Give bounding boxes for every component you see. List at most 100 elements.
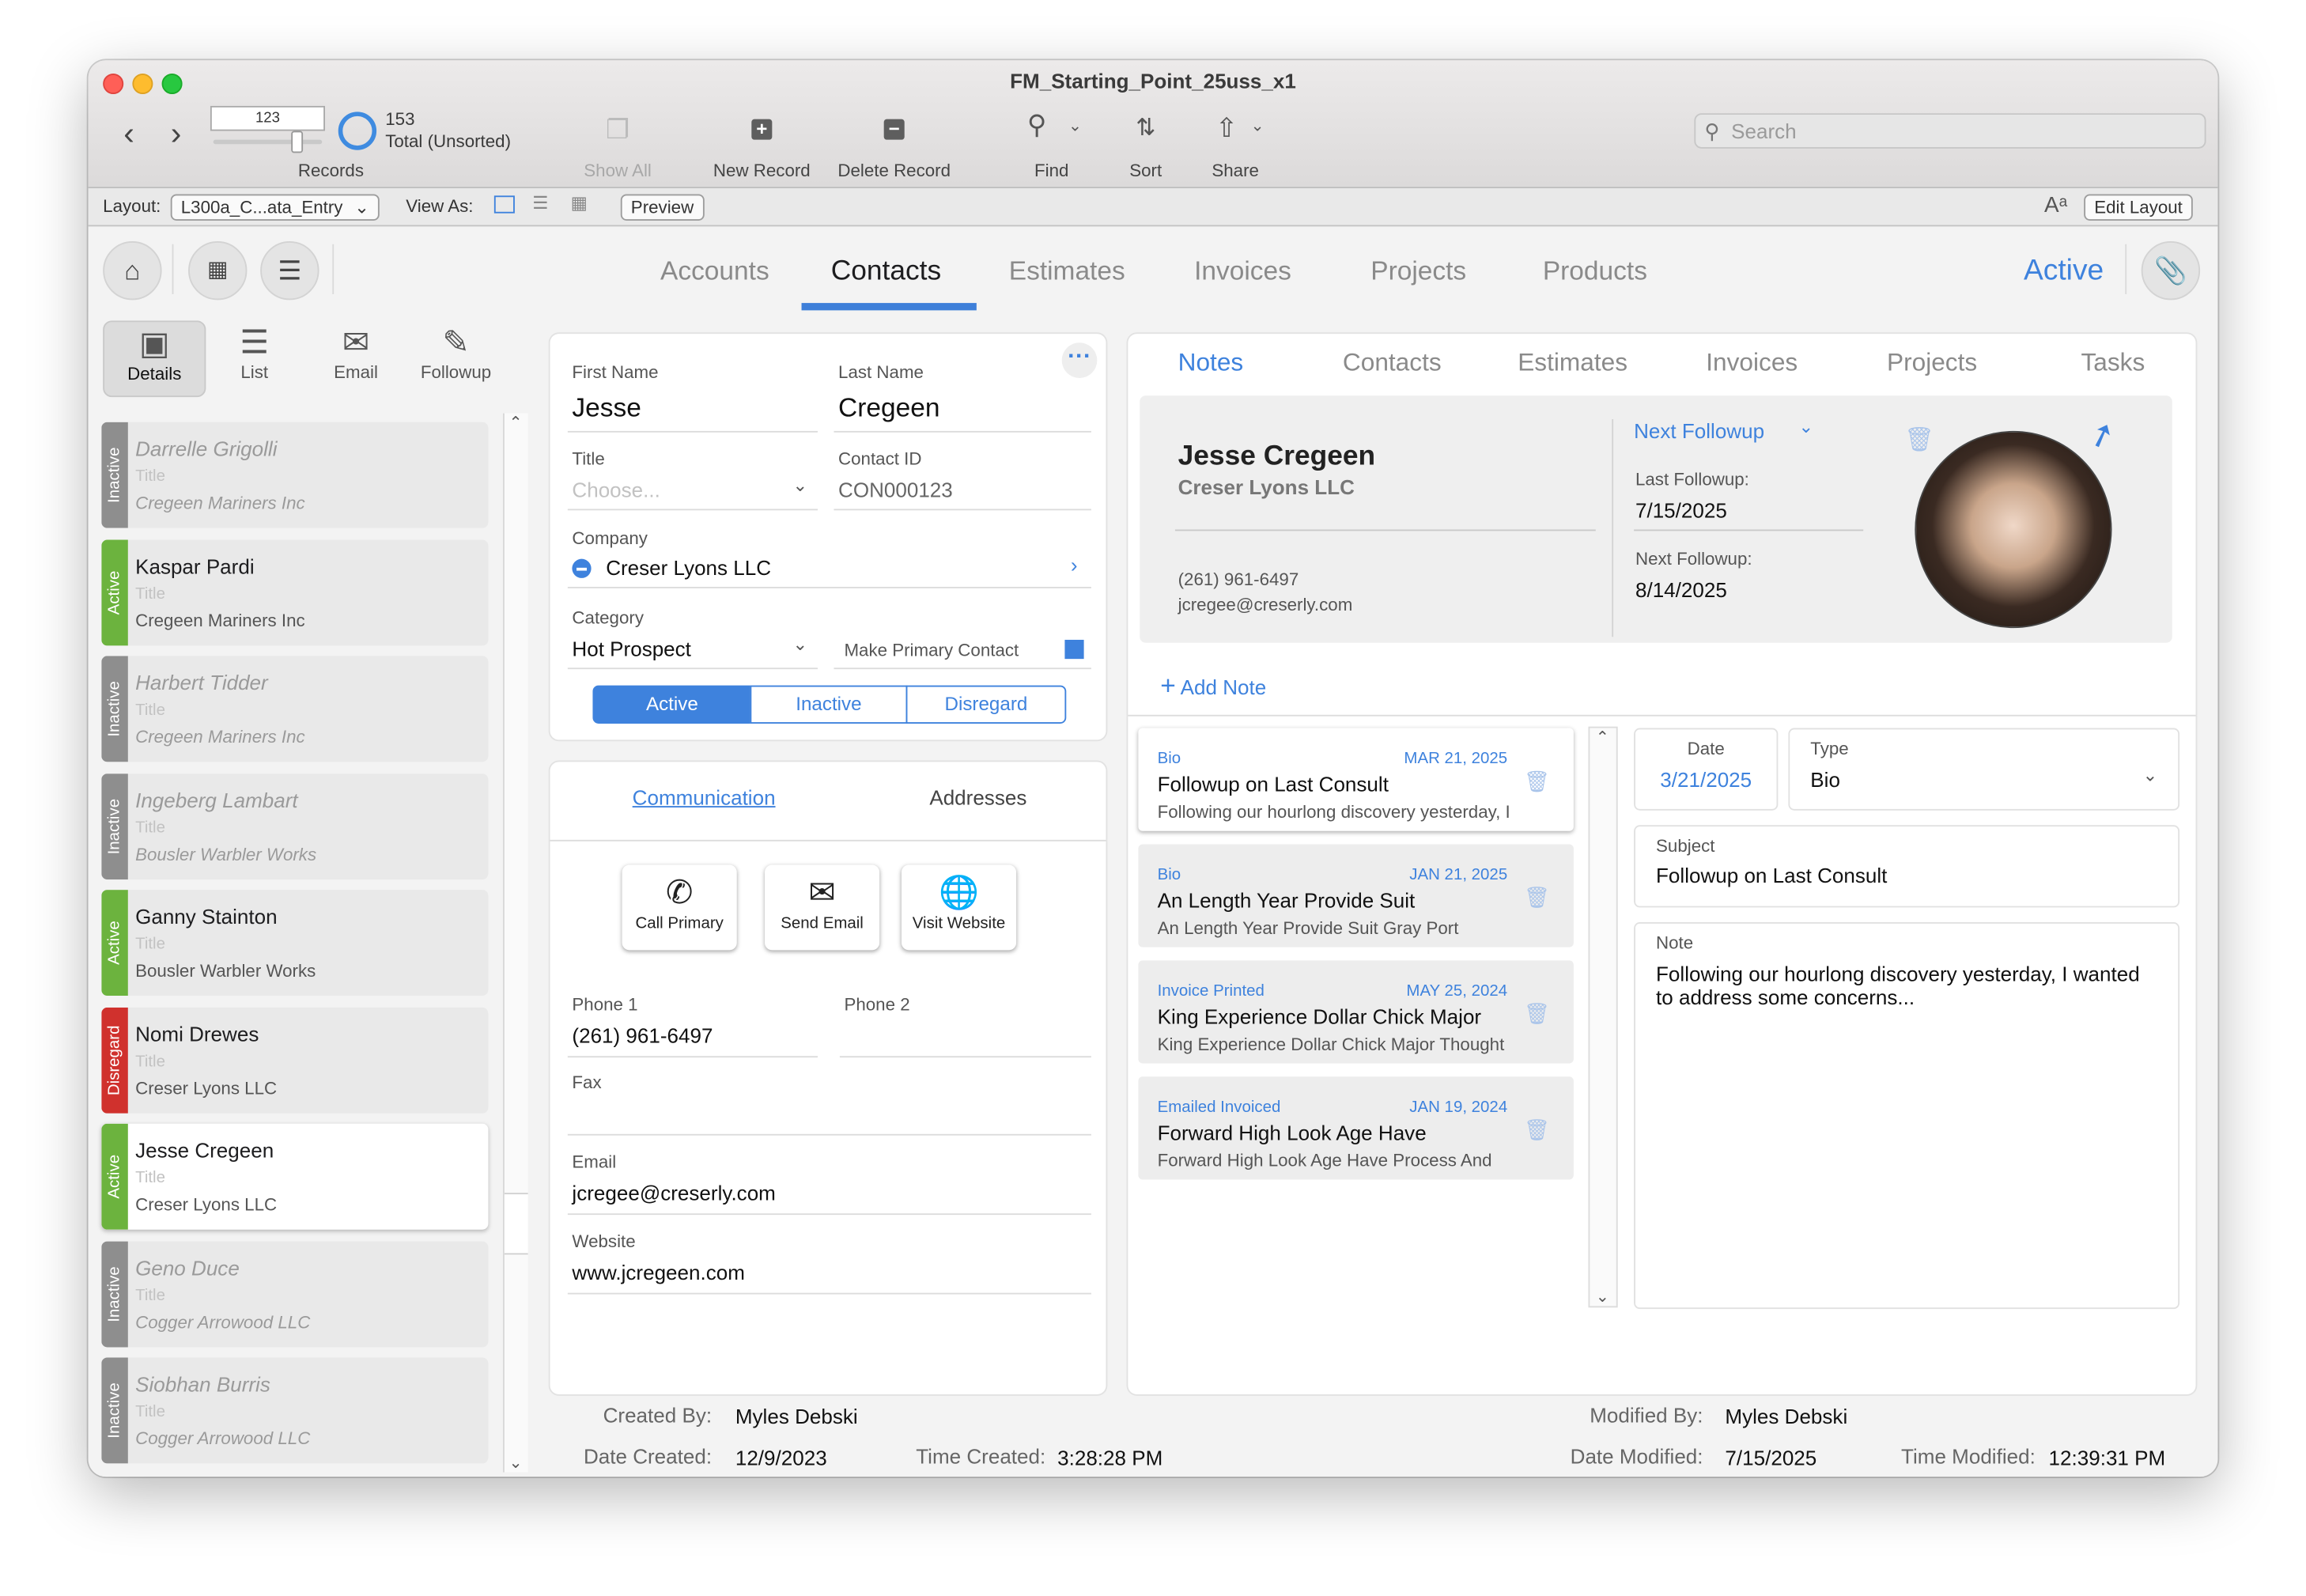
show-all-icon[interactable]: ❐	[600, 115, 636, 146]
tab-accounts[interactable]: Accounts	[660, 256, 769, 287]
new-record-icon[interactable]: +	[751, 119, 773, 140]
status-active-button[interactable]: Active	[592, 685, 752, 724]
first-name-field[interactable]: Jesse	[572, 393, 641, 424]
status-disregard-button[interactable]: Disregard	[905, 685, 1067, 724]
find-button[interactable]: Find	[1007, 161, 1096, 181]
note-list-item[interactable]: Bio MAR 21, 2025 Followup on Last Consul…	[1138, 728, 1574, 831]
find-icon[interactable]: ⚲	[1019, 110, 1055, 141]
status-inactive-button[interactable]: Inactive	[750, 685, 908, 724]
calendar-icon[interactable]: ▦	[188, 240, 248, 301]
note-list-item[interactable]: Emailed Invoiced JAN 19, 2024 Forward Hi…	[1138, 1076, 1574, 1180]
tab-contacts[interactable]: Contacts	[831, 256, 941, 289]
tab-communication[interactable]: Communication	[633, 785, 776, 809]
contact-photo[interactable]	[1915, 430, 2112, 629]
tab-estimates[interactable]: Estimates	[1009, 256, 1125, 287]
trash-icon[interactable]: 🗑	[1524, 886, 1550, 911]
sidebar-tab-details[interactable]: ▣ Details	[103, 320, 206, 398]
sidebar-scrollbar[interactable]: ⌃ ⌄	[503, 413, 528, 1473]
tab-projects[interactable]: Projects	[1370, 256, 1466, 287]
scroll-down-icon[interactable]: ⌄	[508, 1453, 522, 1472]
contact-card[interactable]: Inactive Ingeberg Lambart Title Bousler …	[101, 773, 489, 880]
contact-card[interactable]: Inactive Siobhan Burris Title Cogger Arr…	[101, 1357, 489, 1464]
sort-button[interactable]: Sort	[1117, 161, 1175, 181]
share-button[interactable]: Share	[1199, 161, 1272, 181]
form-view-icon[interactable]	[493, 195, 515, 214]
last-followup-field[interactable]: 7/15/2025	[1635, 498, 1727, 522]
contact-card-selected[interactable]: Active Jesse Cregeen Title Creser Lyons …	[101, 1123, 489, 1230]
visit-website-button[interactable]: 🌐 Visit Website	[901, 864, 1017, 951]
contact-card[interactable]: Inactive Harbert Tidder Title Cregeen Ma…	[101, 656, 489, 762]
delete-record-icon[interactable]: −	[883, 119, 905, 140]
subtab-invoices[interactable]: Invoices	[1706, 349, 1798, 378]
contact-card[interactable]: Active Ganny Stainton Title Bousler Warb…	[101, 890, 489, 997]
preview-button[interactable]: Preview	[620, 194, 705, 221]
share-photo-arrow-icon[interactable]: ➚	[2083, 413, 2122, 458]
contact-card[interactable]: Inactive Geno Duce Title Cogger Arrowood…	[101, 1241, 489, 1348]
website-field[interactable]: www.jcregeen.com	[572, 1261, 745, 1284]
record-number-field[interactable]: 123	[210, 105, 325, 131]
trash-icon[interactable]: 🗑	[1524, 1118, 1550, 1143]
notes-scrollbar[interactable]: ⌃ ⌄	[1588, 726, 1618, 1308]
call-primary-button[interactable]: ✆ Call Primary	[622, 864, 737, 951]
chevron-down-icon[interactable]: ⌄	[2142, 765, 2157, 785]
delete-record-button[interactable]: Delete Record	[828, 161, 960, 181]
subtab-projects[interactable]: Projects	[1887, 349, 1977, 378]
chevron-down-icon[interactable]: ⌄	[792, 634, 807, 655]
sidebar-tab-list[interactable]: ☰ List	[204, 320, 304, 394]
show-all-button[interactable]: Show All	[566, 161, 669, 181]
subtab-notes[interactable]: Notes	[1178, 349, 1244, 378]
note-list-item[interactable]: Invoice Printed MAY 25, 2024 King Experi…	[1138, 960, 1574, 1064]
next-followup-field[interactable]: 8/14/2025	[1635, 578, 1727, 602]
sort-icon[interactable]: ⇅	[1128, 113, 1163, 142]
note-type-select[interactable]: Bio	[1810, 768, 1840, 792]
note-date-field[interactable]: 3/21/2025	[1635, 768, 1777, 792]
contact-card[interactable]: Active Kaspar Pardi Title Cregeen Marine…	[101, 539, 489, 646]
scroll-thumb[interactable]	[504, 1193, 528, 1255]
trash-icon[interactable]: 🗑	[1524, 770, 1550, 795]
layout-select[interactable]: L300a_C...ata_Entry ⌄	[170, 194, 380, 221]
add-note-button[interactable]: + Add Note	[1160, 671, 1266, 702]
search-input[interactable]: ⚲ Search	[1694, 113, 2206, 149]
paperclip-icon[interactable]: 📎	[2141, 240, 2201, 301]
title-select[interactable]: Choose...	[572, 478, 660, 501]
last-name-field[interactable]: Cregeen	[838, 393, 939, 424]
category-select[interactable]: Hot Prospect	[572, 637, 691, 660]
next-followup-select[interactable]: Next Followup	[1634, 419, 1764, 443]
subtab-estimates[interactable]: Estimates	[1518, 349, 1627, 378]
scroll-up-icon[interactable]: ⌃	[508, 414, 522, 432]
record-slider-knob[interactable]	[291, 130, 304, 153]
share-icon[interactable]: ⇧	[1209, 113, 1245, 144]
note-body-field[interactable]: Following our hourlong discovery yesterd…	[1656, 962, 2156, 1009]
make-primary-checkbox[interactable]	[1064, 639, 1084, 660]
list-icon[interactable]: ☰	[260, 240, 319, 301]
list-view-icon[interactable]: ☰	[532, 193, 548, 214]
text-format-icon[interactable]: Aᵃ	[2044, 193, 2067, 218]
table-view-icon[interactable]: ▦	[571, 193, 588, 214]
contact-card[interactable]: Disregard Nomi Drewes Title Creser Lyons…	[101, 1007, 489, 1114]
contact-card[interactable]: Inactive Darrelle Grigolli Title Cregeen…	[101, 422, 489, 528]
scroll-down-icon[interactable]: ⌄	[1596, 1287, 1609, 1306]
note-list-item[interactable]: Bio JAN 21, 2025 An Length Year Provide …	[1138, 844, 1574, 947]
remove-company-icon[interactable]	[572, 558, 592, 578]
record-slider[interactable]	[213, 139, 323, 145]
sidebar-tab-followup[interactable]: ✎ Followup	[406, 320, 505, 394]
chevron-right-icon[interactable]: ›	[1071, 553, 1078, 577]
chevron-down-icon[interactable]: ⌄	[1798, 416, 1813, 437]
trash-icon[interactable]: 🗑	[1524, 1001, 1550, 1027]
home-icon[interactable]: ⌂	[103, 240, 162, 301]
next-record-icon[interactable]: ›	[171, 115, 182, 153]
note-subject-field[interactable]: Followup on Last Consult	[1656, 864, 1887, 887]
share-chevron-down-icon[interactable]: ⌄	[1247, 116, 1268, 135]
email-field[interactable]: jcregee@creserly.com	[572, 1181, 775, 1205]
more-options-icon[interactable]: ···	[1061, 342, 1098, 378]
scroll-up-icon[interactable]: ⌃	[1596, 728, 1609, 747]
subtab-contacts[interactable]: Contacts	[1343, 349, 1442, 378]
tab-products[interactable]: Products	[1543, 256, 1647, 287]
previous-record-icon[interactable]: ‹	[123, 115, 134, 153]
phone1-field[interactable]: (261) 961-6497	[572, 1023, 713, 1047]
tab-addresses[interactable]: Addresses	[929, 785, 1026, 809]
subtab-tasks[interactable]: Tasks	[2081, 349, 2145, 378]
edit-layout-button[interactable]: Edit Layout	[2084, 194, 2193, 221]
chevron-down-icon[interactable]: ⌄	[792, 475, 807, 496]
new-record-button[interactable]: New Record	[703, 161, 821, 181]
